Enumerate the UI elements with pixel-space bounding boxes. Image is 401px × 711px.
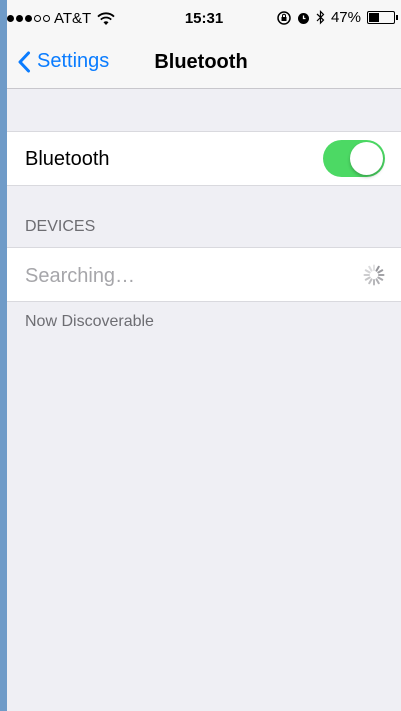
- battery-fill: [369, 13, 379, 22]
- settings-screen: AT&T 15:31 47% Settings Bluetooth Blueto…: [7, 0, 401, 711]
- battery-icon: [367, 11, 398, 24]
- discoverable-footer: Now Discoverable: [25, 313, 154, 330]
- spinner-spoke: [364, 269, 371, 274]
- bluetooth-toggle[interactable]: [323, 140, 385, 177]
- spinner-icon: [363, 264, 385, 286]
- spinner-spoke: [377, 269, 384, 274]
- bluetooth-row: Bluetooth: [7, 131, 401, 186]
- devices-section-header: DEVICES: [25, 218, 96, 235]
- battery-percent: 47%: [330, 9, 361, 26]
- spinner-spoke: [368, 265, 373, 272]
- status-right: 47%: [277, 9, 398, 26]
- bluetooth-icon: [316, 10, 325, 25]
- status-bar: AT&T 15:31 47%: [7, 0, 401, 40]
- spinner-spoke: [377, 276, 384, 281]
- spinner-spoke: [375, 265, 380, 272]
- toggle-knob: [350, 142, 383, 175]
- spinner-spoke: [368, 278, 373, 285]
- spinner-spoke: [364, 276, 371, 281]
- alarm-icon: [297, 12, 309, 24]
- spinner-spoke: [375, 278, 380, 285]
- searching-row: Searching…: [7, 247, 401, 302]
- page-title: Bluetooth: [154, 51, 248, 73]
- bluetooth-row-label: Bluetooth: [25, 148, 110, 170]
- searching-label: Searching…: [25, 265, 136, 287]
- orientation-lock-icon: [277, 10, 291, 25]
- navigation-bar: Settings Bluetooth: [7, 40, 401, 89]
